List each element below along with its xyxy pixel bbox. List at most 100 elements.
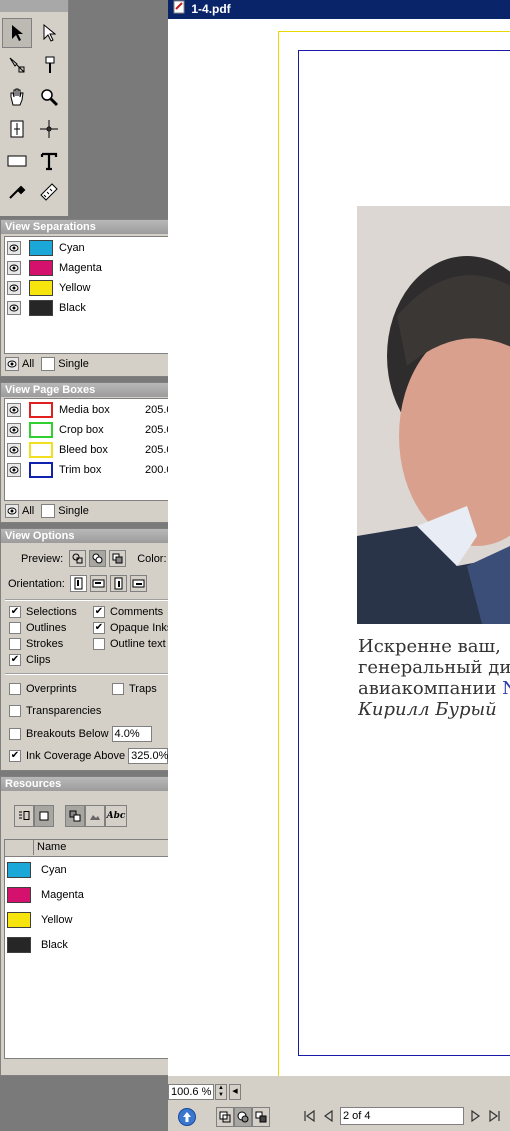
preview-separations-icon[interactable]: [69, 550, 87, 567]
clips-option[interactable]: ✔ Clips: [9, 654, 50, 666]
page-text-line: Искренне ваш,: [358, 636, 501, 657]
black-swatch: [7, 937, 31, 953]
header-swatch-column[interactable]: [5, 840, 34, 855]
navigate-up-icon[interactable]: [178, 1108, 196, 1126]
select-arrow-icon[interactable]: [2, 18, 32, 48]
black-swatch: [29, 300, 53, 316]
single-view-icon[interactable]: [34, 805, 54, 827]
breakouts-below-input[interactable]: 4.0%: [111, 726, 152, 742]
separation-row-cyan[interactable]: Cyan: [5, 238, 85, 258]
toolbox-grip[interactable]: [0, 0, 68, 12]
direct-select-icon[interactable]: [34, 18, 64, 48]
ink-coverage-above-input[interactable]: 325.0%: [128, 748, 168, 764]
single-checkbox[interactable]: [41, 504, 56, 518]
overprints-checkbox[interactable]: [9, 683, 21, 695]
zoom-stepper-icon[interactable]: ▲ ▼: [215, 1084, 227, 1100]
page-text-signature: Кирилл Бурый: [358, 699, 497, 720]
selections-checkbox[interactable]: ✔: [9, 606, 21, 618]
all-label[interactable]: All: [22, 358, 34, 370]
yellow-swatch: [29, 280, 53, 296]
object-tool-icon[interactable]: [2, 50, 32, 80]
previous-page-icon[interactable]: [322, 1109, 334, 1126]
next-page-icon[interactable]: [470, 1109, 482, 1126]
transparencies-option[interactable]: Transparencies: [9, 705, 101, 717]
breakouts-below-option[interactable]: Breakouts Below 4.0%: [9, 726, 152, 742]
resource-name: Black: [41, 939, 68, 951]
images-filter-icon[interactable]: [85, 805, 105, 827]
outline-text-checkbox[interactable]: [93, 638, 105, 650]
pdf-icon: [172, 0, 186, 20]
overprints-option[interactable]: Overprints: [9, 683, 77, 695]
eye-icon[interactable]: [7, 301, 21, 315]
outlines-option[interactable]: Outlines: [9, 622, 66, 634]
separation-row-black[interactable]: Black: [5, 298, 86, 318]
page-text-block: Искренне ваш, генеральный ди авиакомпани…: [358, 636, 510, 720]
ruler-icon[interactable]: [34, 176, 64, 206]
eye-all-icon[interactable]: [5, 357, 19, 371]
page-number-field[interactable]: 2 of 4: [340, 1107, 464, 1125]
zoom-field[interactable]: 100.6 %: [168, 1084, 214, 1100]
scroll-left-icon[interactable]: ◀: [229, 1084, 241, 1100]
comments-option[interactable]: ✔ Comments: [93, 606, 163, 618]
separation-row-yellow[interactable]: Yellow: [5, 278, 90, 298]
page-boxes-icon[interactable]: [2, 114, 32, 144]
outline-text-option[interactable]: Outline text: [93, 638, 166, 650]
rectangle-tool-icon[interactable]: [2, 146, 32, 176]
eye-icon[interactable]: [7, 423, 21, 437]
header-name[interactable]: Name: [37, 841, 66, 853]
eye-icon[interactable]: [7, 443, 21, 457]
orientation-portrait-icon[interactable]: [69, 575, 87, 592]
breakouts-below-checkbox[interactable]: [9, 728, 21, 740]
eye-icon[interactable]: [7, 261, 21, 275]
eye-icon[interactable]: [7, 463, 21, 477]
eye-icon[interactable]: [7, 281, 21, 295]
first-page-icon[interactable]: [302, 1109, 316, 1126]
overprints-label: Overprints: [26, 683, 77, 695]
ink-coverage-above-option[interactable]: ✔ Ink Coverage Above 325.0%: [9, 748, 168, 764]
comments-label: Comments: [110, 606, 164, 618]
opaque-inks-checkbox[interactable]: ✔: [93, 622, 105, 634]
single-label[interactable]: Single: [58, 505, 89, 517]
outlines-checkbox[interactable]: [9, 622, 21, 634]
all-label[interactable]: All: [22, 505, 34, 517]
page-boxes-all-single: All Single: [5, 504, 89, 518]
list-view-icon[interactable]: [14, 805, 34, 827]
single-checkbox[interactable]: [41, 357, 56, 371]
fonts-filter-icon[interactable]: Abc: [105, 805, 127, 827]
comments-checkbox[interactable]: ✔: [93, 606, 105, 618]
view-mode-single-icon[interactable]: [216, 1107, 234, 1127]
eyedropper-icon[interactable]: [2, 176, 32, 206]
separation-label: Black: [59, 302, 86, 314]
eye-icon[interactable]: [7, 403, 21, 417]
orientation-landscape-flipped-icon[interactable]: [129, 575, 147, 592]
traps-checkbox[interactable]: [112, 683, 124, 695]
view-mode-overlay-icon[interactable]: [252, 1107, 270, 1127]
orientation-landscape-icon[interactable]: [89, 575, 107, 592]
view-mode-composite-icon[interactable]: [234, 1107, 252, 1127]
ink-coverage-above-checkbox[interactable]: ✔: [9, 750, 21, 762]
touchup-tool-icon[interactable]: [34, 50, 64, 80]
clips-checkbox[interactable]: ✔: [9, 654, 21, 666]
single-label[interactable]: Single: [58, 358, 89, 370]
colors-filter-icon[interactable]: [65, 805, 85, 827]
traps-option[interactable]: Traps: [112, 683, 157, 695]
text-tool-icon[interactable]: [34, 146, 64, 176]
strokes-checkbox[interactable]: [9, 638, 21, 650]
strokes-option[interactable]: Strokes: [9, 638, 63, 650]
opaque-inks-label: Opaque Inks: [110, 622, 173, 634]
zoom-icon[interactable]: [34, 82, 64, 112]
preview-overlay-icon[interactable]: [109, 550, 127, 567]
separation-row-magenta[interactable]: Magenta: [5, 258, 102, 278]
hand-icon[interactable]: [2, 82, 32, 112]
transparencies-checkbox[interactable]: [9, 705, 21, 717]
trim-box-swatch: [29, 462, 53, 478]
last-page-icon[interactable]: [488, 1109, 502, 1126]
selections-option[interactable]: ✔ Selections: [9, 606, 77, 618]
eye-all-icon[interactable]: [5, 504, 19, 518]
cyan-swatch: [29, 240, 53, 256]
crosshair-icon[interactable]: [34, 114, 64, 144]
opaque-inks-option[interactable]: ✔ Opaque Inks: [93, 622, 172, 634]
preview-composite-icon[interactable]: [89, 550, 107, 567]
eye-icon[interactable]: [7, 241, 21, 255]
orientation-portrait-flipped-icon[interactable]: [109, 575, 127, 592]
